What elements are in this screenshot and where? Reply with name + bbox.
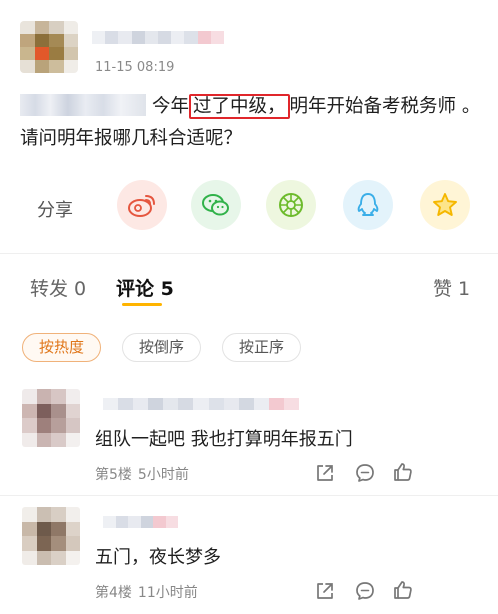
qq-icon — [357, 193, 379, 216]
comment-avatar[interactable] — [22, 389, 80, 447]
post-author-avatar[interactable] — [20, 21, 78, 73]
active-tab-indicator — [122, 303, 162, 306]
tab-likes[interactable]: 赞 1 — [433, 274, 470, 301]
comment-time: 11小时前 — [137, 585, 198, 601]
highlighted-text: 过了中级， — [189, 94, 290, 119]
post-author-name-blurred[interactable] — [92, 31, 225, 44]
share-label: 分享 — [37, 200, 73, 221]
reply-icon[interactable] — [354, 580, 376, 602]
sort-hot-button[interactable]: 按热度 — [22, 333, 102, 362]
comment-floor: 第5楼 — [95, 467, 132, 483]
share-icon[interactable] — [314, 580, 336, 602]
like-icon[interactable] — [392, 579, 414, 601]
moments-icon — [279, 193, 303, 217]
share-icon[interactable] — [314, 462, 336, 484]
comment-meta: 第4楼 11小时前 — [95, 582, 198, 602]
favorite-button[interactable] — [420, 180, 470, 230]
sort-forward-button[interactable]: 按正序 — [222, 333, 302, 362]
comment-floor: 第4楼 — [95, 585, 132, 601]
post-content: 今年 过了中级， 明年开始备考税务师 。请问明年报哪几科合适呢？ — [20, 91, 490, 155]
comment-text: 五门，夜长梦多 — [95, 547, 221, 568]
section-divider — [0, 253, 498, 254]
comment-divider — [0, 495, 498, 496]
comment-meta: 第5楼 5小时前 — [95, 464, 189, 484]
post-timestamp: 11-15 08:19 — [95, 60, 175, 75]
comment-avatar[interactable] — [22, 507, 80, 565]
share-moments-button[interactable] — [266, 180, 316, 230]
wechat-icon — [202, 194, 229, 216]
tab-comments[interactable]: 评论 5 — [116, 274, 174, 301]
post-text-before: 今年 — [152, 96, 190, 117]
sort-reverse-button[interactable]: 按倒序 — [122, 333, 202, 362]
reply-icon[interactable] — [354, 462, 376, 484]
comment-author-name-blurred[interactable] — [103, 516, 178, 528]
weibo-icon — [128, 195, 155, 217]
share-weibo-button[interactable] — [117, 180, 167, 230]
comment-time: 5小时前 — [137, 467, 189, 483]
share-qq-button[interactable] — [343, 180, 393, 230]
like-icon[interactable] — [392, 461, 414, 483]
comment-author-name-blurred[interactable] — [103, 398, 300, 410]
share-wechat-button[interactable] — [191, 180, 241, 230]
blurred-mention — [20, 94, 146, 116]
star-icon — [433, 193, 457, 216]
comment-text: 组队一起吧 我也打算明年报五门 — [95, 429, 353, 450]
tab-repost[interactable]: 转发 0 — [30, 274, 86, 301]
